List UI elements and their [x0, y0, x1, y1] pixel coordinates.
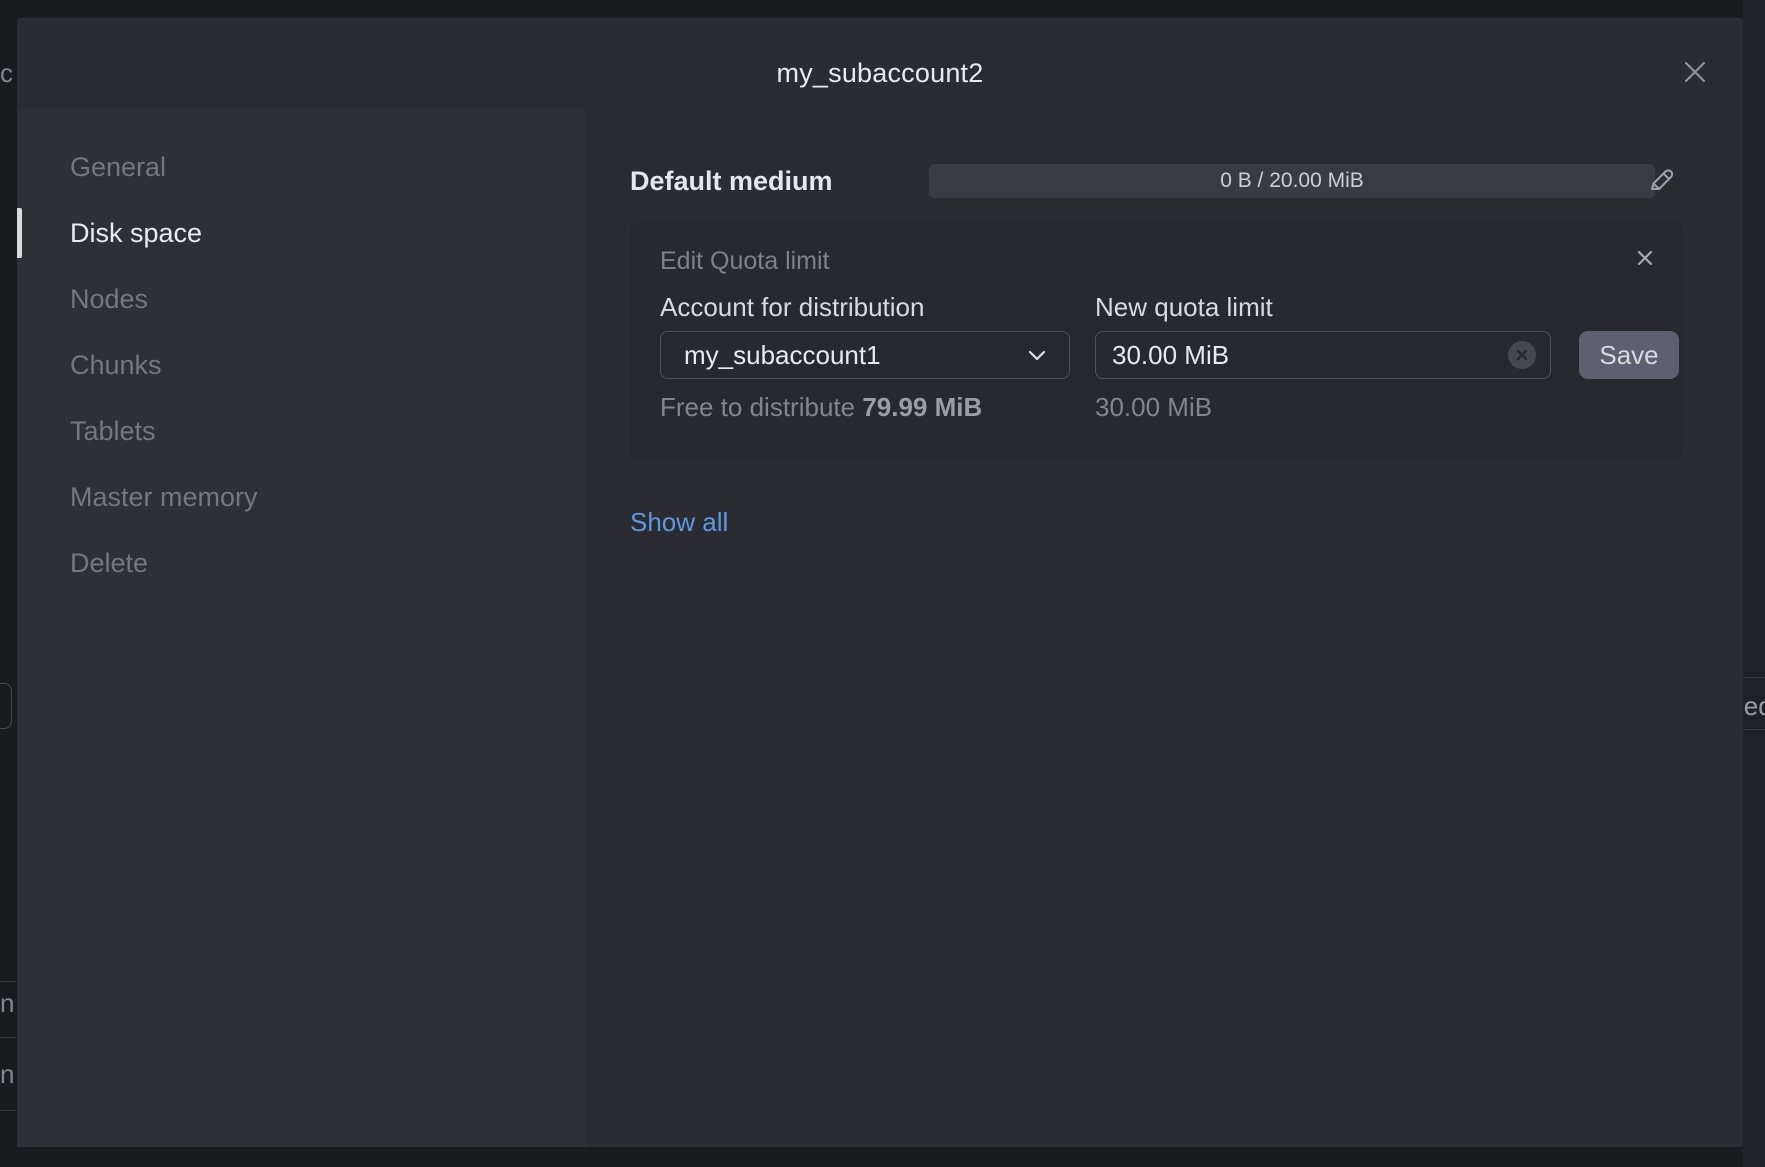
divider — [0, 1037, 16, 1038]
sidebar-item-tablets[interactable]: Tablets — [17, 398, 586, 464]
active-indicator — [17, 208, 22, 258]
usage-text: 0 B / 20.00 MiB — [1220, 169, 1364, 193]
divider — [1743, 729, 1765, 730]
background-text-fragment: n — [0, 988, 14, 1019]
sidebar-item-general[interactable]: General — [17, 134, 586, 200]
free-to-distribute-text: Free to distribute 79.99 MiB — [660, 392, 982, 423]
show-all-link[interactable]: Show all — [630, 507, 728, 538]
divider — [0, 981, 16, 982]
close-icon[interactable] — [1673, 50, 1717, 94]
quota-field-label: New quota limit — [1095, 292, 1273, 323]
modal-content: Default medium 0 B / 20.00 MiB Edit Quot… — [586, 108, 1743, 1147]
sidebar-item-master-memory[interactable]: Master memory — [17, 464, 586, 530]
subaccount-modal: my_subaccount2 General Disk space Nodes … — [17, 18, 1743, 1147]
sidebar-item-nodes[interactable]: Nodes — [17, 266, 586, 332]
background-text-fragment: n — [0, 1059, 14, 1090]
save-button[interactable]: Save — [1579, 331, 1679, 379]
account-select-value: my_subaccount1 — [684, 340, 881, 371]
clear-icon[interactable] — [1508, 341, 1536, 369]
modal-title: my_subaccount2 — [17, 58, 1743, 89]
chevron-down-icon — [1025, 343, 1049, 367]
account-select[interactable]: my_subaccount1 — [660, 331, 1070, 379]
sidebar-item-disk-space[interactable]: Disk space — [17, 200, 586, 266]
sidebar-item-delete[interactable]: Delete — [17, 530, 586, 596]
background-table-strip — [1743, 0, 1765, 1167]
pencil-icon[interactable] — [1643, 162, 1679, 198]
quota-helper-text: 30.00 MiB — [1095, 392, 1212, 423]
account-field-label: Account for distribution — [660, 292, 924, 323]
free-to-distribute-value: 79.99 MiB — [862, 392, 982, 422]
default-medium-label: Default medium — [630, 166, 833, 197]
page-background: c n n led my_subaccount2 General Disk sp… — [0, 0, 1765, 1167]
modal-sidebar: General Disk space Nodes Chunks Tablets … — [17, 108, 586, 1147]
panel-close-icon[interactable] — [1629, 242, 1661, 274]
panel-title: Edit Quota limit — [660, 247, 830, 276]
divider — [0, 1110, 16, 1111]
background-button-fragment — [0, 683, 12, 729]
edit-quota-panel: Edit Quota limit Account for distributio… — [630, 222, 1683, 459]
divider — [1743, 677, 1765, 678]
quota-input[interactable] — [1112, 340, 1508, 371]
quota-input-wrapper — [1095, 331, 1551, 379]
sidebar-item-chunks[interactable]: Chunks — [17, 332, 586, 398]
default-medium-row: Default medium 0 B / 20.00 MiB — [630, 164, 1683, 198]
background-text-fragment: c — [0, 58, 13, 89]
default-medium-usage-bar: 0 B / 20.00 MiB — [929, 164, 1655, 198]
